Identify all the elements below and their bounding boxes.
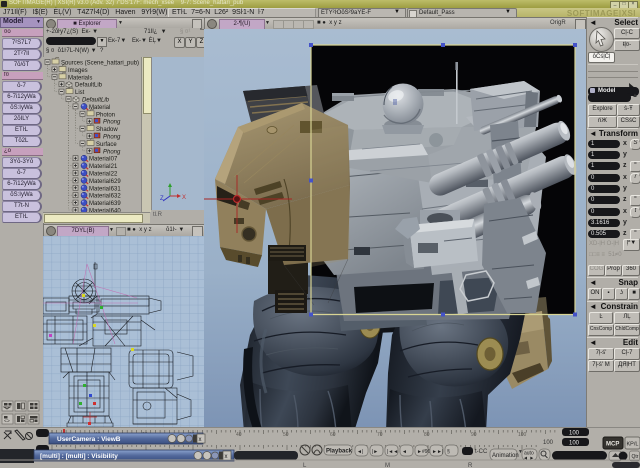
svg-text:[multi] : [multi] : Visibility: [multi] : [multi] : Visibility bbox=[40, 453, 118, 460]
svg-text:Photon: Photon bbox=[96, 112, 115, 118]
svg-text:Shadow: Shadow bbox=[96, 127, 118, 133]
svg-text:►►|: ►►| bbox=[432, 449, 443, 455]
svg-text:◄|: ◄| bbox=[357, 449, 363, 455]
svg-text:x: x bbox=[199, 437, 202, 443]
svg-text:Animation: Animation bbox=[492, 453, 519, 459]
svg-text:MateriaI639: MateriaI639 bbox=[89, 201, 121, 207]
svg-text:Surface: Surface bbox=[96, 142, 117, 148]
svg-text:Playback: Playback bbox=[326, 449, 353, 455]
svg-text:100: 100 bbox=[518, 432, 527, 438]
svg-text:|◄◄: |◄◄ bbox=[387, 449, 398, 455]
svg-text:Images: Images bbox=[68, 68, 88, 74]
svg-text:|►: |► bbox=[372, 449, 378, 455]
svg-text:60: 60 bbox=[330, 432, 336, 438]
svg-text:<>: <> bbox=[4, 419, 10, 425]
svg-text:Materials: Materials bbox=[68, 75, 92, 81]
svg-text:L: L bbox=[303, 463, 307, 468]
svg-text:MateriaI22: MateriaI22 bbox=[89, 172, 118, 178]
svg-text:MCP: MCP bbox=[606, 442, 619, 448]
svg-text:100: 100 bbox=[569, 431, 580, 437]
svg-text:MateriaI07: MateriaI07 bbox=[89, 157, 118, 163]
svg-text:Qtr: Qtr bbox=[632, 454, 639, 460]
svg-text:Phong: Phong bbox=[103, 135, 121, 141]
svg-text:§: § bbox=[447, 449, 450, 455]
svg-text:DefaultLib: DefaultLib bbox=[75, 83, 103, 89]
svg-text:◄ ►: ◄ ► bbox=[523, 456, 534, 462]
svg-text:40: 40 bbox=[236, 432, 242, 438]
svg-text:MateriaI632: MateriaI632 bbox=[89, 194, 121, 200]
svg-text:80: 80 bbox=[424, 432, 430, 438]
svg-text:70: 70 bbox=[377, 432, 383, 438]
svg-text:R: R bbox=[468, 463, 473, 468]
svg-text:List: List bbox=[75, 90, 85, 96]
svg-text:Phong: Phong bbox=[103, 149, 121, 155]
svg-text:50: 50 bbox=[283, 432, 289, 438]
svg-text:DefaultLib: DefaultLib bbox=[82, 98, 110, 104]
svg-text:X: X bbox=[182, 195, 186, 201]
svg-text:MateriaI629: MateriaI629 bbox=[89, 179, 121, 185]
svg-text:100: 100 bbox=[569, 441, 580, 447]
svg-text:Sources (Scene_hattari_pub): Sources (Scene_hattari_pub) bbox=[61, 61, 139, 67]
svg-text:t-CC: t-CC bbox=[475, 449, 488, 455]
svg-text:Z: Z bbox=[160, 196, 164, 202]
svg-text:UserCamera : ViewB: UserCamera : ViewB bbox=[57, 436, 121, 443]
svg-text:MateriaI631: MateriaI631 bbox=[89, 186, 121, 192]
svg-text:90: 90 bbox=[471, 432, 477, 438]
svg-text:MateriaI21: MateriaI21 bbox=[89, 164, 118, 170]
svg-text:Material: Material bbox=[89, 105, 110, 111]
svg-text:100: 100 bbox=[543, 440, 554, 446]
svg-text:◄: ◄ bbox=[402, 449, 407, 455]
svg-text:x: x bbox=[225, 454, 228, 460]
svg-text:M: M bbox=[385, 463, 390, 468]
svg-text:Phong: Phong bbox=[103, 120, 121, 126]
